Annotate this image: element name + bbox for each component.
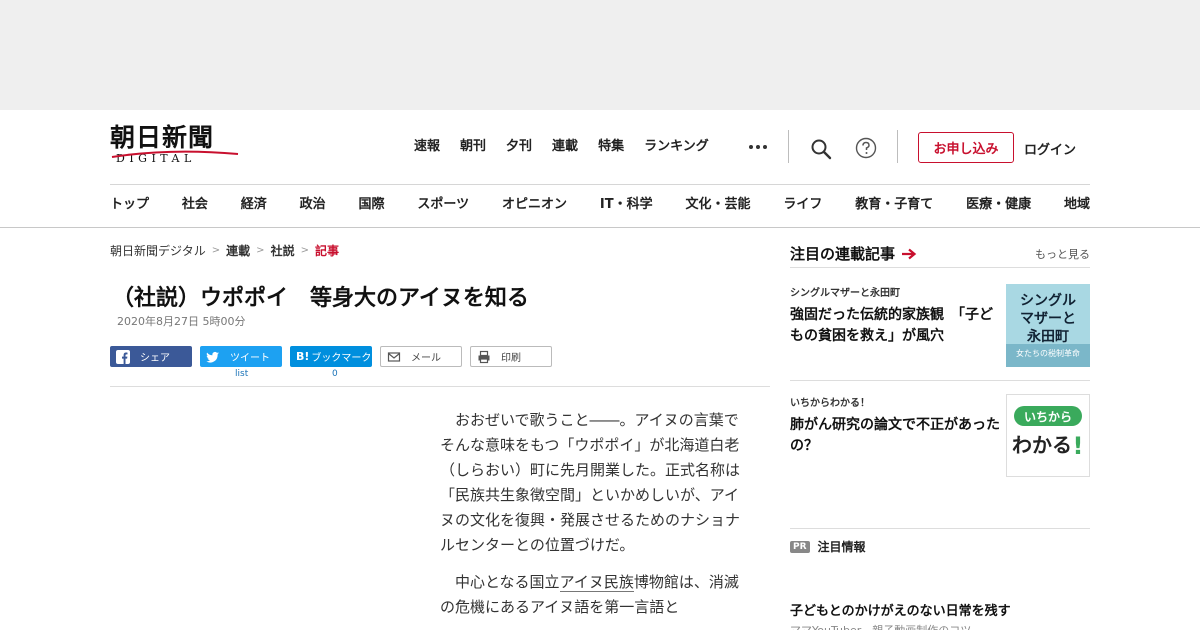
twitter-share-button[interactable]: ツイート [200, 346, 282, 367]
twitter-share-label: ツイート [230, 353, 270, 364]
breadcrumb-separator: > [211, 245, 221, 256]
article-paragraph: 中心となる国立アイヌ民族博物館は、消滅の危機にあるアイヌ語を第一言語と [440, 570, 750, 620]
category-item-education[interactable]: 教育・子育て [855, 196, 933, 214]
category-item-society[interactable]: 社会 [182, 196, 208, 214]
breadcrumb-item-series[interactable]: 連載 [226, 242, 250, 259]
topnav-item-tokushu[interactable]: 特集 [598, 138, 624, 156]
top-nav: 速報 朝刊 夕刊 連載 特集 ランキング [414, 138, 729, 156]
mail-icon [387, 351, 401, 362]
breadcrumb-separator: > [300, 245, 309, 256]
category-item-economy[interactable]: 経済 [241, 196, 267, 214]
search-icon[interactable] [810, 138, 832, 160]
category-item-it-science[interactable]: IT・科学 [600, 196, 653, 214]
thumb-text: 永田町 [1026, 328, 1069, 345]
nav-divider [897, 130, 898, 163]
site-logo[interactable]: 朝日新聞 DIGITAL [110, 124, 242, 170]
hatena-bookmark-button[interactable]: B! ブックマーク [290, 346, 372, 367]
category-item-politics[interactable]: 政治 [300, 196, 326, 214]
subscribe-button[interactable]: お申し込み [918, 132, 1014, 163]
hatena-bookmark-label: ブックマーク [311, 353, 372, 364]
thumb-text: マザーと [1020, 311, 1076, 327]
arrow-right-icon [902, 248, 917, 259]
article-body: おおぜいで歌うこと――。アイヌの言葉でそんな意味をもつ「ウポポイ」が北海道白老（… [440, 408, 750, 630]
facebook-share-label: シェア [140, 353, 170, 364]
sidebar: 注目の連載記事 もっと見る シングルマザーと永田町 強固だった伝統的家族観 「子… [790, 244, 1090, 630]
help-icon[interactable] [855, 137, 877, 159]
category-item-top[interactable]: トップ [110, 196, 149, 214]
article-paragraph: おおぜいで歌うこと――。アイヌの言葉でそんな意味をもつ「ウポポイ」が北海道白老（… [440, 411, 741, 554]
card-title: 強固だった伝統的家族観 「子どもの貧困を救え」が風穴 [790, 307, 993, 344]
mail-share-label: メール [411, 353, 441, 364]
twitter-count[interactable]: list [235, 369, 248, 379]
see-more-link[interactable]: もっと見る [1035, 246, 1090, 262]
logo-swoosh-icon [111, 150, 239, 158]
thumb-text: シングル [1020, 292, 1076, 309]
card-divider [790, 528, 1090, 529]
card-title: 肺がん研究の論文で不正があったの？ [790, 417, 1000, 454]
sidebar-header: 注目の連載記事 もっと見る [790, 244, 1090, 268]
hatena-count: 0 [332, 369, 338, 379]
breadcrumb-item-editorial[interactable]: 社説 [271, 242, 295, 259]
print-button[interactable]: 印刷 [470, 346, 552, 367]
nav-divider [788, 130, 789, 163]
topnav-item-yukan[interactable]: 夕刊 [506, 138, 532, 156]
category-item-culture[interactable]: 文化・芸能 [685, 196, 750, 214]
pr-section-header: PR 注目情報 [790, 538, 866, 555]
card-divider [790, 380, 1090, 381]
thumb-text: わかる [1012, 433, 1072, 457]
site-header: 朝日新聞 DIGITAL 速報 朝刊 夕刊 連載 特集 ランキング お申し込み … [0, 110, 1200, 228]
breadcrumb-item-current: 記事 [314, 244, 339, 258]
keyword-link[interactable]: アイヌ民族 [559, 573, 634, 592]
category-item-health[interactable]: 医療・健康 [966, 196, 1031, 214]
featured-series-card[interactable]: シングルマザーと永田町 強固だった伝統的家族観 「子どもの貧困を救え」が風穴 シ… [790, 284, 1090, 367]
facebook-icon [116, 349, 130, 364]
topnav-item-chokan[interactable]: 朝刊 [460, 138, 486, 156]
category-item-life[interactable]: ライフ [783, 196, 822, 214]
mail-share-button[interactable]: メール [380, 346, 462, 367]
facebook-share-button[interactable]: シェア [110, 346, 192, 367]
article-date: 2020年8月27日 5時00分 [117, 315, 246, 328]
category-nav: トップ 社会 経済 政治 国際 スポーツ オピニオン IT・科学 文化・芸能 ラ… [110, 196, 1090, 214]
ad-banner-area [0, 0, 1200, 110]
twitter-icon [206, 351, 219, 362]
print-icon [478, 350, 490, 363]
topnav-item-rensai[interactable]: 連載 [552, 138, 578, 156]
more-menu-icon[interactable] [748, 140, 768, 154]
thumb-subtext: 女たちの税制革命 [1016, 348, 1080, 358]
featured-series-card[interactable]: いちからわかる！ 肺がん研究の論文で不正があったの？ いちから わかる ! [790, 394, 1090, 477]
sidebar-heading-text: 注目の連載記事 [790, 245, 896, 263]
login-link[interactable]: ログイン [1024, 139, 1076, 158]
header-divider [110, 184, 1090, 185]
breadcrumb: 朝日新聞デジタル > 連載 > 社説 > 記事 [110, 242, 339, 259]
card-thumbnail-image: シングル マザーと 永田町 女たちの税制革命 [1006, 284, 1090, 367]
breadcrumb-separator: > [256, 245, 265, 256]
print-label: 印刷 [501, 353, 521, 364]
category-item-international[interactable]: 国際 [359, 196, 385, 214]
category-item-region[interactable]: 地域 [1064, 196, 1090, 214]
category-item-sports[interactable]: スポーツ [417, 196, 469, 214]
pr-article-title[interactable]: 子どもとのかけがえのない日常を残す [790, 600, 1011, 619]
thumb-text: ! [1073, 432, 1084, 460]
topnav-item-sokuho[interactable]: 速報 [414, 138, 440, 156]
category-item-opinion[interactable]: オピニオン [502, 196, 567, 214]
pr-section-label: 注目情報 [817, 540, 866, 554]
breadcrumb-item-home[interactable]: 朝日新聞デジタル [110, 242, 206, 259]
paragraph-text: 中心となる国立 [455, 573, 560, 591]
pr-badge: PR [790, 540, 810, 553]
sidebar-heading[interactable]: 注目の連載記事 [790, 243, 917, 264]
share-divider [110, 386, 770, 387]
hatena-icon: B! [296, 350, 310, 363]
topnav-item-ranking[interactable]: ランキング [644, 138, 709, 156]
article-title: （社説）ウポポイ 等身大のアイヌを知る [112, 286, 529, 311]
pr-article-subtitle[interactable]: ママYouTuber 親子動画制作のコツ [790, 622, 971, 630]
thumb-text: いちから [1024, 410, 1072, 424]
card-thumbnail-image: いちから わかる ! [1006, 394, 1090, 477]
